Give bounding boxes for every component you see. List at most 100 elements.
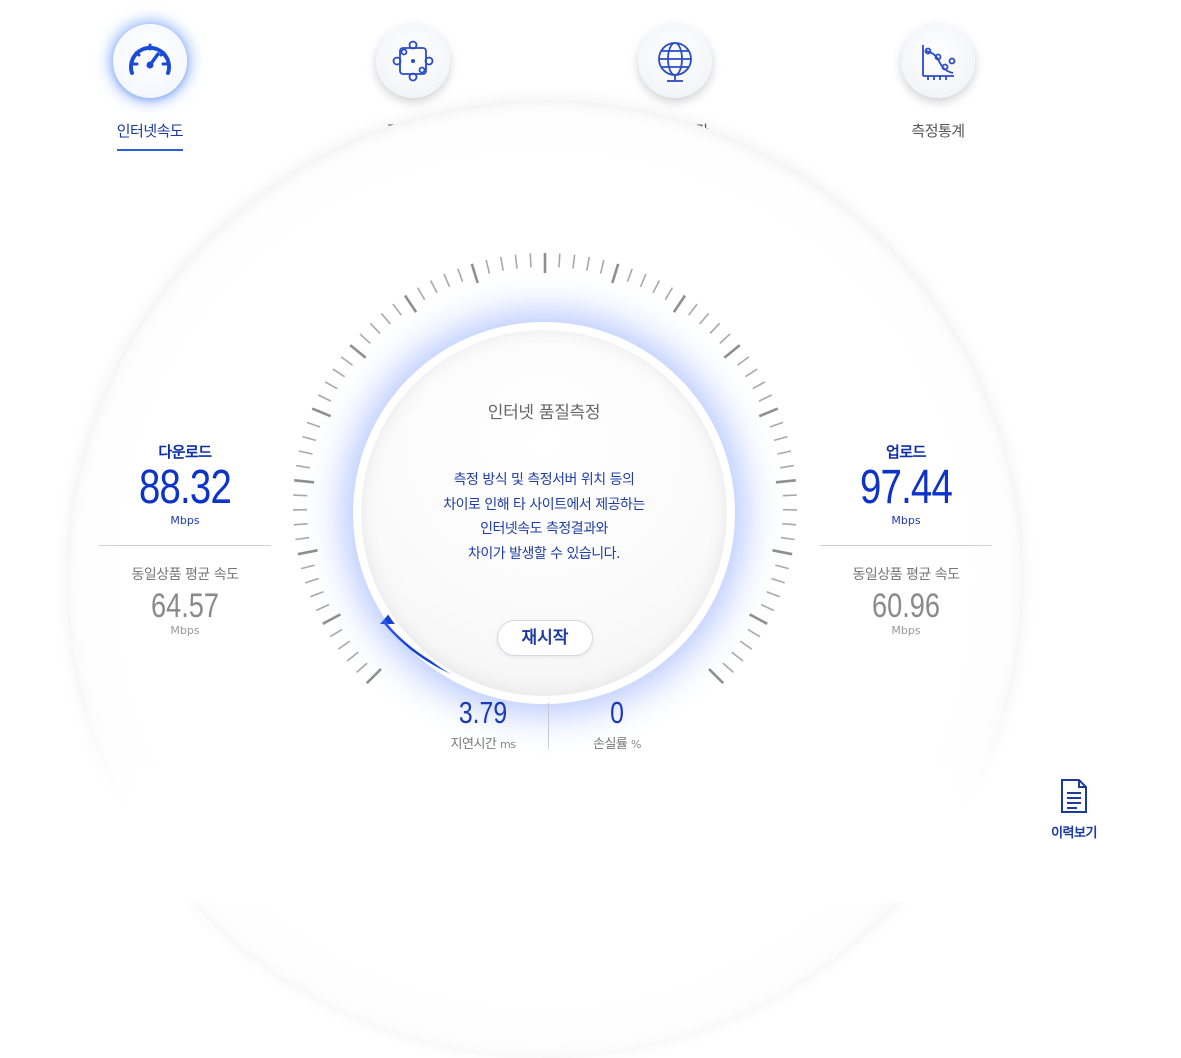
meter-notice: 측정 방식 및 측정서버 위치 등의 차이로 인해 타 사이트에서 제공하는 인…: [358, 468, 730, 566]
download-panel: 다운로드 88.32 Mbps 동일상품 평균 속도 64.57 Mbps: [99, 441, 271, 637]
gauge-tick: [750, 614, 768, 623]
gauge-tick: [653, 281, 659, 293]
upload-title: 업로드: [820, 441, 992, 462]
gauge-tick: [472, 264, 478, 283]
gauge-tick: [640, 274, 646, 287]
gauge-tick: [338, 641, 349, 649]
gauge-tick: [330, 629, 342, 636]
history-button[interactable]: 이력보기: [1038, 778, 1110, 841]
gauge-tick: [767, 592, 780, 597]
loss-value: 0: [569, 696, 665, 730]
gauge-tick: [305, 579, 318, 583]
latency-unit: ms: [500, 738, 515, 751]
gauge-tick: [325, 382, 337, 389]
loss-label: 손실률 %: [557, 733, 677, 752]
gauge-tick: [665, 288, 672, 300]
gauge-tick: [341, 357, 352, 365]
gauge-tick: [740, 641, 751, 649]
divider: [820, 545, 992, 546]
gauge-tick: [294, 480, 314, 482]
gauge-tick: [293, 495, 307, 496]
upload-avg-title: 동일상품 평균 속도: [820, 564, 992, 584]
download-avg-value: 64.57: [116, 586, 254, 626]
gauge-tick: [782, 524, 796, 525]
gauge-tick: [501, 257, 504, 271]
gauge-tick: [573, 255, 575, 269]
gauge-tick: [296, 466, 310, 468]
gauge-tick: [405, 296, 416, 313]
latency-label-text: 지연시간: [451, 737, 497, 752]
gauge-tick: [357, 663, 368, 672]
upload-value: 97.44: [837, 460, 975, 516]
gauge-tick: [587, 257, 590, 271]
gauge-tick: [347, 652, 358, 661]
meter-title: 인터넷 품질측정: [358, 398, 730, 423]
gauge-tick: [323, 614, 341, 623]
gauge-tick: [381, 313, 390, 324]
gauge-tick: [612, 264, 618, 283]
gauge-tick: [370, 323, 380, 333]
gauge-tick: [745, 369, 757, 377]
download-avg-title: 동일상품 평균 속도: [99, 564, 271, 584]
gauge-tick: [781, 538, 795, 540]
gauge-tick: [674, 296, 685, 313]
gauge-tick: [318, 395, 331, 401]
gauge-tick: [689, 304, 698, 315]
gauge-tick: [773, 550, 793, 554]
gauge-tick: [367, 669, 381, 683]
notice-line: 차이로 인해 타 사이트에서 제공하는: [358, 493, 730, 518]
bottom-divider: [548, 703, 549, 749]
gauge-tick: [709, 669, 723, 683]
gauge-tick: [393, 304, 402, 315]
gauge-tick: [700, 313, 709, 324]
upload-avg-value: 60.96: [837, 586, 975, 626]
latency-stat: 3.79 지연시간 ms: [423, 696, 543, 752]
gauge-tick: [748, 629, 760, 636]
gauge-tick: [310, 592, 323, 597]
gauge-tick: [431, 281, 437, 293]
download-title: 다운로드: [99, 441, 271, 462]
gauge-tick: [458, 269, 463, 282]
gauge-tick: [761, 605, 774, 611]
gauge-tick: [316, 605, 329, 611]
notice-line: 측정 방식 및 측정서버 위치 등의: [358, 468, 730, 493]
gauge-tick: [303, 437, 316, 441]
gauge-tick: [720, 334, 730, 344]
document-icon: [1058, 778, 1090, 814]
gauge-tick: [775, 565, 789, 569]
gauge-tick: [418, 288, 425, 300]
gauge-tick: [780, 466, 794, 468]
gauge-tick: [515, 255, 517, 269]
latency-value: 3.79: [435, 696, 531, 730]
gauge-tick: [444, 274, 450, 287]
gauge-tick: [333, 369, 345, 377]
notice-line: 인터넷속도 측정결과와: [358, 517, 730, 542]
gauge-tick: [301, 565, 315, 569]
gauge-tick: [776, 480, 796, 482]
divider: [99, 545, 271, 546]
download-value: 88.32: [116, 460, 254, 516]
gauge-tick: [753, 382, 765, 389]
latency-label: 지연시간 ms: [423, 733, 543, 752]
gauge-tick: [559, 253, 560, 267]
gauge-tick: [312, 409, 331, 417]
gauge-tick: [710, 323, 720, 333]
gauge-tick: [530, 253, 531, 267]
restart-button[interactable]: 재시작: [497, 620, 593, 656]
gauge-tick: [350, 345, 366, 358]
gauge-tick: [759, 409, 778, 417]
upload-panel: 업로드 97.44 Mbps 동일상품 평균 속도 60.96 Mbps: [820, 441, 992, 637]
gauge-tick: [724, 345, 740, 358]
loss-unit: %: [631, 738, 641, 751]
gauge-tick: [723, 663, 734, 672]
gauge-tick: [770, 422, 783, 427]
gauge-tick: [771, 579, 784, 583]
gauge-tick: [759, 395, 772, 401]
gauge-tick: [627, 269, 632, 282]
gauge-tick: [486, 260, 489, 274]
gauge-tick: [732, 652, 743, 661]
gauge-tick: [298, 550, 318, 554]
loss-stat: 0 손실률 %: [557, 696, 677, 752]
notice-line: 차이가 발생할 수 있습니다.: [358, 542, 730, 567]
gauge-tick: [299, 451, 313, 454]
